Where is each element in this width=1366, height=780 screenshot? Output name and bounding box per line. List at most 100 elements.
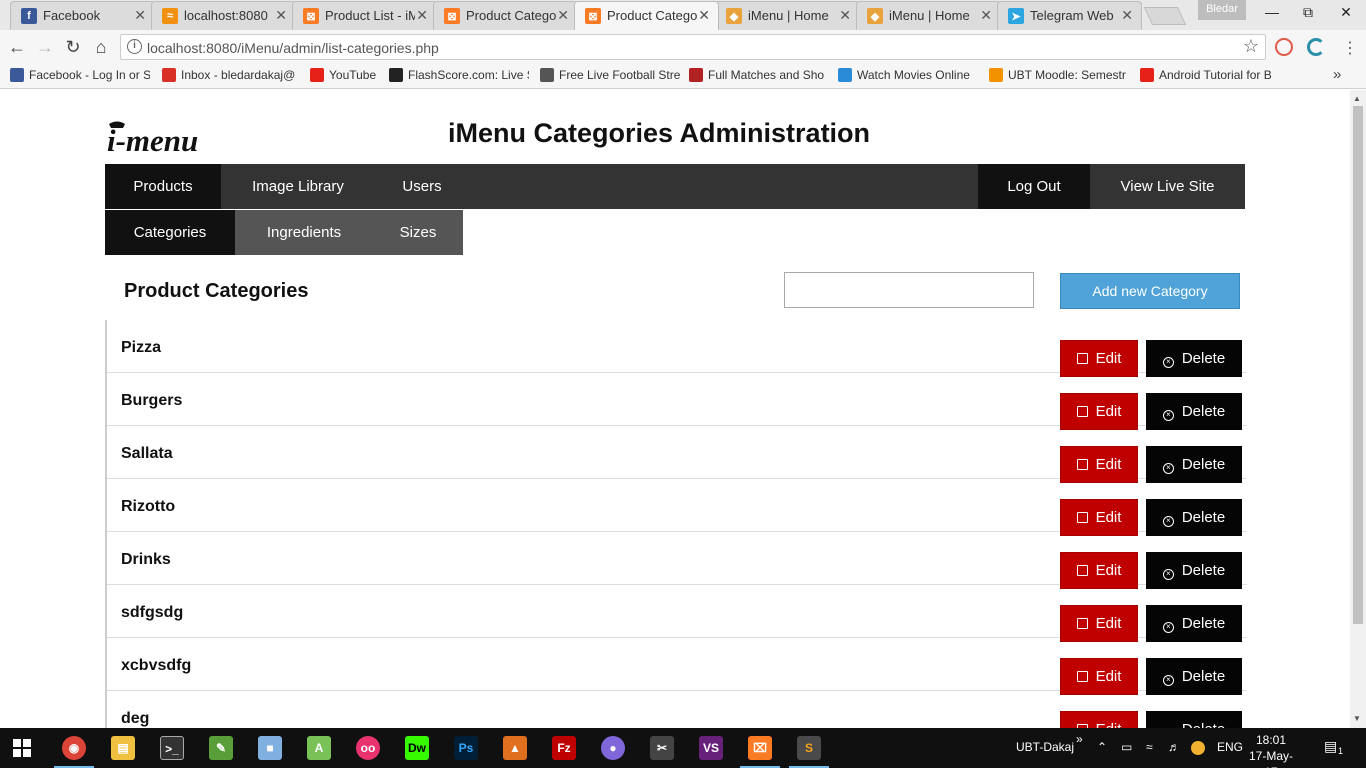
imenu-logo[interactable]: i-menu (105, 120, 245, 158)
tray-expand-icon[interactable]: » (1076, 732, 1083, 746)
delete-button[interactable]: ×Delete (1146, 711, 1242, 728)
home-icon[interactable]: ⌂ (90, 36, 112, 58)
chrome-tray-icon[interactable] (1191, 741, 1205, 755)
browser-tab[interactable]: ⊠ Product List - iM ✕ (292, 1, 437, 30)
close-tab-icon[interactable]: ✕ (980, 7, 992, 24)
edit-button[interactable]: Edit (1060, 552, 1138, 589)
edit-button[interactable]: Edit (1060, 658, 1138, 695)
back-icon[interactable]: ← (6, 36, 28, 58)
extension-icon[interactable] (1307, 38, 1325, 56)
volume-icon[interactable]: ♬ (1168, 740, 1180, 754)
edit-button[interactable]: Edit (1060, 446, 1138, 483)
nav-products[interactable]: Products (105, 164, 221, 209)
edit-button[interactable]: Edit (1060, 605, 1138, 642)
delete-button[interactable]: ×Delete (1146, 340, 1242, 377)
bookmark-item[interactable]: Full Matches and Sho (689, 68, 829, 82)
site-info-icon[interactable]: i (127, 39, 142, 54)
browser-tab[interactable]: ⊠ Product Catego ✕ (433, 1, 578, 30)
bookmark-item[interactable]: Inbox - bledardakaj@ (162, 68, 297, 82)
visual-studio-icon[interactable]: VS (699, 736, 723, 760)
browser-tab[interactable]: ◆ iMenu | Home ✕ (715, 1, 860, 30)
delete-button[interactable]: ×Delete (1146, 658, 1242, 695)
chrome-icon[interactable]: ◉ (54, 736, 94, 768)
browser-tab[interactable]: f Facebook ✕ (10, 1, 155, 30)
reload-icon[interactable]: ↻ (62, 36, 84, 58)
virtualbox-icon[interactable]: ■ (258, 736, 282, 760)
subnav-sizes[interactable]: Sizes (373, 210, 463, 255)
close-tab-icon[interactable]: ✕ (557, 7, 569, 24)
page-scrollbar[interactable]: ▲ ▼ (1350, 90, 1366, 728)
cmd-icon[interactable]: >_ (160, 736, 184, 760)
close-tab-icon[interactable]: ✕ (1121, 7, 1133, 24)
app-icon[interactable]: ● (601, 736, 625, 760)
bookmark-item[interactable]: Watch Movies Online (838, 68, 978, 82)
delete-button[interactable]: ×Delete (1146, 552, 1242, 589)
more-bookmarks-icon[interactable]: » (1333, 66, 1341, 83)
action-center-icon[interactable]: ▤ (1324, 738, 1337, 755)
scrollbar-thumb[interactable] (1353, 106, 1363, 624)
origin-icon[interactable]: oo (356, 736, 380, 760)
bookmark-item[interactable]: Android Tutorial for B (1140, 68, 1280, 82)
battery-icon[interactable]: ▭ (1121, 740, 1132, 754)
address-url[interactable]: localhost:8080/iMenu/admin/list-categori… (147, 40, 439, 56)
new-tab-button[interactable] (1143, 7, 1187, 25)
close-tab-icon[interactable]: ✕ (134, 7, 146, 24)
browser-tab[interactable]: ➤ Telegram Web ✕ (997, 1, 1142, 30)
scroll-up-icon[interactable]: ▲ (1353, 94, 1361, 103)
close-tab-icon[interactable]: ✕ (275, 7, 287, 24)
bookmark-item[interactable]: Free Live Football Stre (540, 68, 680, 82)
delete-button[interactable]: ×Delete (1146, 499, 1242, 536)
delete-button[interactable]: ×Delete (1146, 446, 1242, 483)
tray-user-label[interactable]: UBT-Dakaj (1016, 740, 1074, 754)
scroll-down-icon[interactable]: ▼ (1353, 714, 1361, 723)
notepad-icon[interactable]: ✎ (209, 736, 233, 760)
nav-users[interactable]: Users (375, 164, 469, 209)
bookmark-item[interactable]: Facebook - Log In or S (10, 68, 150, 82)
edit-button[interactable]: Edit (1060, 499, 1138, 536)
dreamweaver-icon[interactable]: Dw (405, 736, 429, 760)
nav-log-out[interactable]: Log Out (978, 164, 1090, 209)
restore-button[interactable]: ⧉ (1298, 4, 1318, 21)
sublime-text-icon[interactable]: S (789, 736, 829, 768)
close-tab-icon[interactable]: ✕ (416, 7, 428, 24)
browser-tab[interactable]: ⊠ Product Catego ✕ (574, 1, 719, 30)
close-tab-icon[interactable]: ✕ (839, 7, 851, 24)
show-hidden-icons[interactable]: ⌃ (1097, 740, 1107, 754)
browser-menu-icon[interactable]: ⋮ (1342, 38, 1358, 58)
photoshop-icon[interactable]: Ps (454, 736, 478, 760)
bookmark-item[interactable]: UBT Moodle: Semestr (989, 68, 1129, 82)
subnav-categories[interactable]: Categories (105, 210, 235, 255)
edit-button[interactable]: Edit (1060, 393, 1138, 430)
bookmark-item[interactable]: YouTube (310, 68, 380, 82)
xampp-icon[interactable]: ⌧ (740, 736, 780, 768)
wifi-icon[interactable]: ≈ (1146, 740, 1153, 754)
edit-button[interactable]: Edit (1060, 340, 1138, 377)
delete-button[interactable]: ×Delete (1146, 605, 1242, 642)
browser-tab[interactable]: ≈ localhost:8080 ✕ (151, 1, 296, 30)
close-window-button[interactable]: ✕ (1336, 4, 1356, 21)
nav-image-library[interactable]: Image Library (221, 164, 375, 209)
file-explorer-icon[interactable]: ▤ (111, 736, 135, 760)
filezilla-icon[interactable]: Fz (552, 736, 576, 760)
matlab-icon[interactable]: ▲ (503, 736, 527, 760)
address-bar[interactable]: i localhost:8080/iMenu/admin/list-catego… (120, 34, 1266, 60)
bookmark-star-icon[interactable]: ☆ (1243, 36, 1259, 57)
extension-icon[interactable] (1275, 38, 1293, 56)
forward-icon[interactable]: → (34, 36, 56, 58)
clock[interactable]: 18:01 17-May-17 (1246, 732, 1296, 780)
bookmark-item[interactable]: FlashScore.com: Live S (389, 68, 529, 82)
browser-tab[interactable]: ◆ iMenu | Home ✕ (856, 1, 1001, 30)
edit-button[interactable]: Edit (1060, 711, 1138, 728)
close-tab-icon[interactable]: ✕ (698, 7, 710, 24)
language-indicator[interactable]: ENG (1217, 740, 1243, 754)
search-input[interactable] (784, 272, 1034, 308)
add-category-button[interactable]: Add new Category (1060, 273, 1240, 309)
minimize-button[interactable]: — (1262, 4, 1282, 20)
windows-start-icon[interactable] (13, 739, 31, 757)
profile-button[interactable]: Bledar (1198, 0, 1246, 20)
nav-view-live-site[interactable]: View Live Site (1090, 164, 1245, 209)
snipping-tool-icon[interactable]: ✂ (650, 736, 674, 760)
android-studio-icon[interactable]: A (307, 736, 331, 760)
delete-button[interactable]: ×Delete (1146, 393, 1242, 430)
subnav-ingredients[interactable]: Ingredients (235, 210, 373, 255)
